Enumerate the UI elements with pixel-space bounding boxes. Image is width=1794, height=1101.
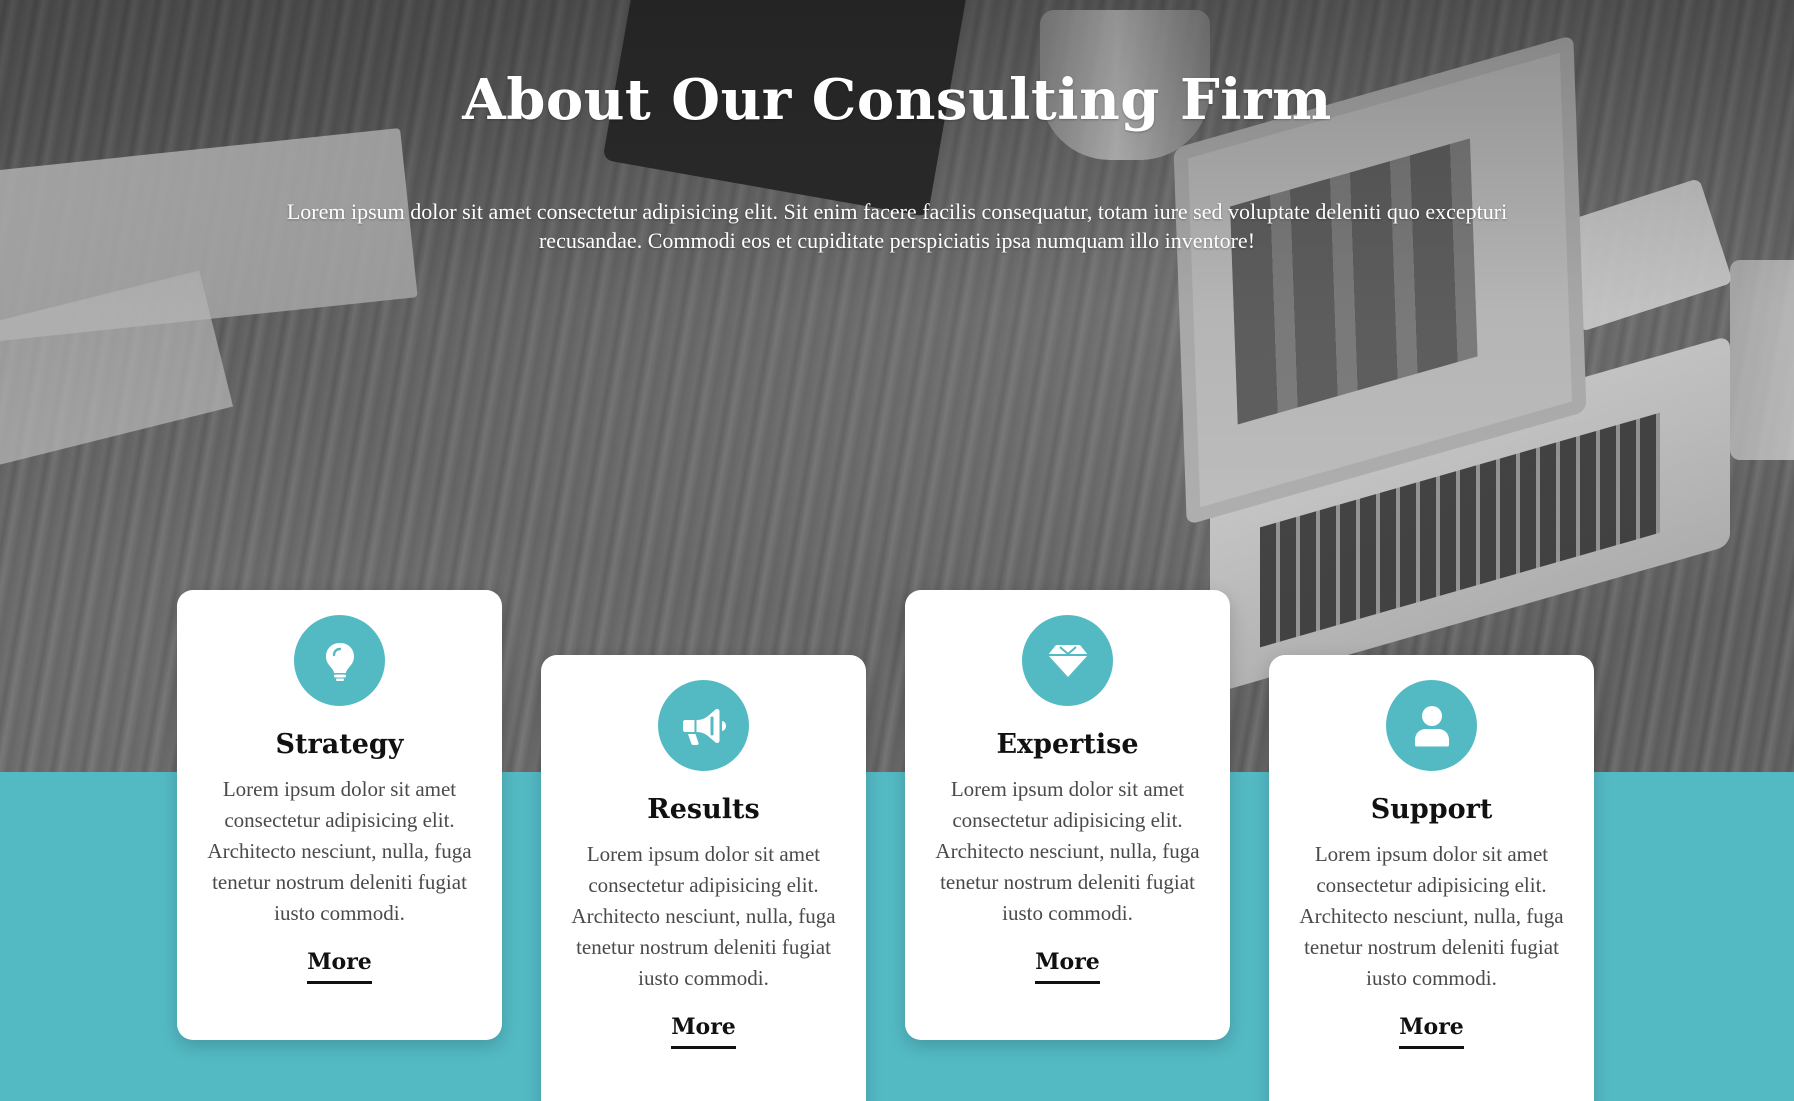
card-description: Lorem ipsum dolor sit amet consectetur a…: [1299, 842, 1564, 990]
hero-description: Lorem ipsum dolor sit amet consectetur a…: [286, 199, 1508, 253]
megaphone-icon: [658, 680, 749, 771]
more-link-expertise[interactable]: More: [1035, 949, 1100, 984]
card-title: Expertise: [996, 729, 1139, 760]
card-title: Strategy: [275, 729, 404, 760]
card-description: Lorem ipsum dolor sit amet consectetur a…: [571, 842, 836, 990]
card-title: Support: [1370, 794, 1493, 825]
more-link-results[interactable]: More: [671, 1014, 736, 1049]
more-link-support[interactable]: More: [1399, 1014, 1464, 1049]
lightbulb-icon: [294, 615, 385, 706]
page-title: About Our Consulting Firm: [462, 67, 1332, 133]
card-support: Support Lorem ipsum dolor sit amet conse…: [1269, 655, 1594, 1101]
card-strategy: Strategy Lorem ipsum dolor sit amet cons…: [177, 590, 502, 1040]
card-results: Results Lorem ipsum dolor sit amet conse…: [541, 655, 866, 1101]
more-link-strategy[interactable]: More: [307, 949, 372, 984]
user-icon: [1386, 680, 1477, 771]
card-title: Results: [647, 794, 760, 825]
card-expertise: Expertise Lorem ipsum dolor sit amet con…: [905, 590, 1230, 1040]
gem-icon: [1022, 615, 1113, 706]
card-description: Lorem ipsum dolor sit amet consectetur a…: [935, 777, 1200, 925]
card-description: Lorem ipsum dolor sit amet consectetur a…: [207, 777, 472, 925]
